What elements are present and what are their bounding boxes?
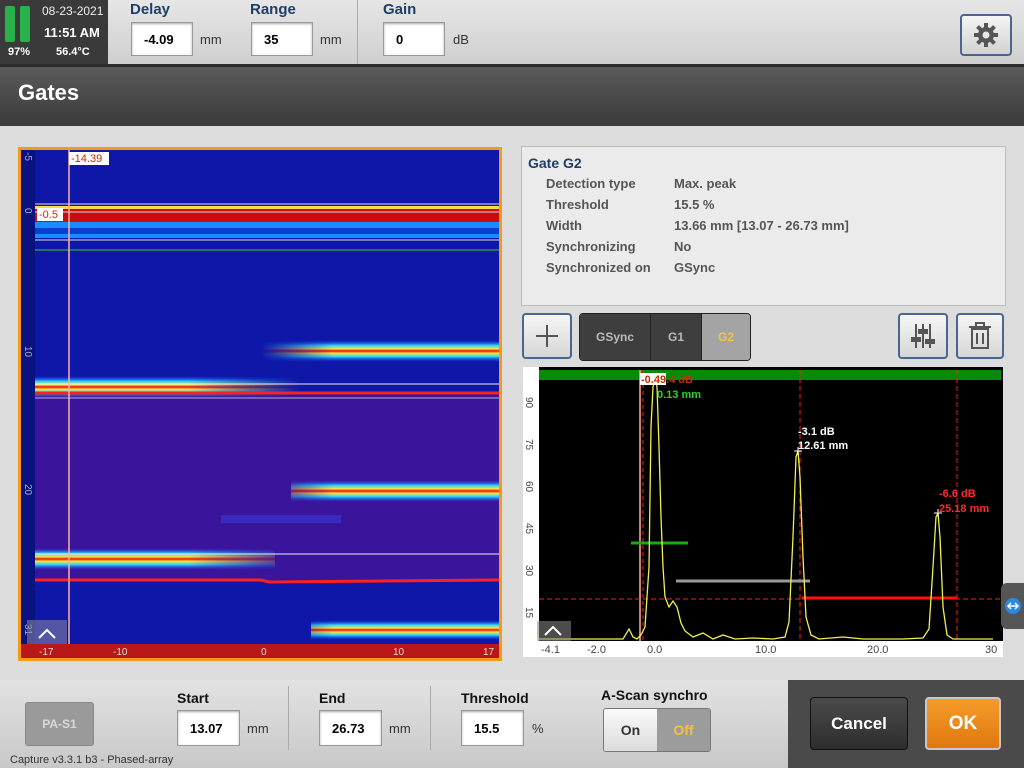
page-title: Gates: [18, 80, 80, 105]
ascan-peak-db: -3.1 dB: [798, 426, 835, 438]
battery-icon: [5, 6, 15, 42]
tab-g2[interactable]: G2: [702, 314, 750, 360]
info-label: Synchronized on: [546, 260, 651, 275]
range-label: Range: [250, 1, 296, 18]
threshold-label: Threshold: [461, 690, 529, 706]
cancel-button[interactable]: Cancel: [810, 697, 908, 750]
ascan-xtick: 10.0: [755, 644, 776, 656]
info-value: GSync: [674, 260, 716, 275]
bscan-xtick: -10: [113, 647, 128, 658]
sliders-icon: [911, 324, 935, 348]
ascan-xtick: -2.0: [587, 644, 606, 656]
info-value: No: [674, 239, 692, 254]
battery-icon: [20, 6, 30, 42]
end-unit: mm: [389, 721, 411, 736]
ascan-ytick: 60: [523, 481, 534, 493]
gear-icon: [974, 23, 998, 47]
bscan-ytick: 0: [22, 208, 33, 214]
expand-icon: [27, 620, 67, 644]
start-label: Start: [177, 690, 209, 706]
zoom-icon: [537, 621, 571, 641]
ascan-peak-mm: 25.18 mm: [939, 503, 989, 515]
ascan-peak-mm: 12.61 mm: [798, 440, 848, 452]
ascan-xtick: 0.0: [647, 644, 662, 656]
bscan-ytick: 10: [22, 346, 33, 358]
ascan-ytick: 15: [523, 607, 534, 619]
gain-unit: dB: [453, 32, 469, 47]
settings-button[interactable]: [960, 14, 1012, 56]
info-value: 15.5 %: [674, 197, 715, 212]
bscan-view[interactable]: -5 0 10 20 31 -17 -10 0 10 17 -14.39 -0.…: [18, 147, 502, 661]
bscan-xtick: 10: [393, 647, 405, 658]
ascan-peak-db: -6.6 dB: [939, 488, 976, 500]
gate-info-panel: Gate G2 Detection type Max. peak Thresho…: [521, 146, 1006, 306]
synchro-off[interactable]: Off: [657, 709, 710, 751]
side-panel-tab[interactable]: [1001, 583, 1024, 629]
gate-title: Gate G2: [528, 155, 582, 171]
status-panel: 08-23-2021 11:51 AM 97% 56.4°C: [0, 0, 108, 64]
ascan-view[interactable]: 90 75 60 45 30 15 -4.1 -2.0 0.0 10.0 20.…: [523, 367, 1003, 657]
ascan-cursor-label: -0.49.4 dB: [641, 374, 693, 386]
status-time: 11:51 AM: [44, 25, 100, 40]
bscan-ytick: 20: [22, 484, 33, 496]
ascan-ytick: 45: [523, 523, 534, 535]
ascan-ytick: 75: [523, 439, 534, 451]
bscan-xtick: 0: [261, 647, 267, 658]
start-input[interactable]: 13.07: [177, 710, 240, 746]
ascan-ytick: 90: [523, 397, 534, 409]
ok-button[interactable]: OK: [925, 697, 1001, 750]
bscan-depth-label: -0.5: [39, 209, 58, 221]
toolbar-divider: [357, 0, 358, 64]
info-label: Detection type: [546, 176, 636, 191]
bscan-ytick: -5: [22, 152, 33, 161]
ascan-xtick: 30: [985, 644, 997, 656]
divider: [288, 686, 289, 750]
threshold-unit: %: [532, 721, 544, 736]
delete-gate-button[interactable]: [956, 313, 1004, 359]
end-label: End: [319, 690, 346, 706]
status-date: 08-23-2021: [42, 4, 104, 18]
info-label: Width: [546, 218, 582, 233]
gain-label: Gain: [383, 1, 417, 18]
tab-gsync[interactable]: GSync: [580, 314, 651, 360]
probe-button[interactable]: PA-S1: [25, 702, 94, 746]
start-unit: mm: [247, 721, 269, 736]
ascan-chart: 90 75 60 45 30 15 -4.1 -2.0 0.0 10.0 20.…: [523, 367, 1003, 657]
info-label: Threshold: [546, 197, 609, 212]
gate-tab-group: GSync G1 G2: [579, 313, 751, 361]
ascan-xtick: -4.1: [541, 644, 560, 656]
trash-icon: [969, 322, 991, 349]
version-text: Capture v3.3.1 b3 - Phased-array: [10, 754, 174, 766]
info-value: Max. peak: [674, 176, 737, 191]
synchro-toggle[interactable]: On Off: [603, 708, 711, 752]
battery-percent: 97%: [8, 46, 31, 58]
add-gate-button[interactable]: [522, 313, 572, 359]
delay-label: Delay: [130, 1, 171, 18]
delay-input[interactable]: -4.09: [131, 22, 193, 56]
bscan-xtick: -17: [39, 647, 54, 658]
ascan-xtick: 20.0: [867, 644, 888, 656]
gain-input[interactable]: 0: [383, 22, 445, 56]
bscan-xtick: 17: [483, 647, 495, 658]
synchro-label: A-Scan synchro: [601, 687, 708, 703]
info-value: 13.66 mm [13.07 - 26.73 mm]: [674, 218, 849, 233]
info-label: Synchronizing: [546, 239, 636, 254]
ascan-ytick: 30: [523, 565, 534, 577]
arrows-icon: [1004, 598, 1021, 614]
threshold-input[interactable]: 15.5: [461, 710, 524, 746]
gate-settings-button[interactable]: [898, 313, 948, 359]
ascan-peak-mm: 0.13 mm: [657, 389, 701, 401]
delay-unit: mm: [200, 32, 222, 47]
tab-g1[interactable]: G1: [651, 314, 702, 360]
divider: [430, 686, 431, 750]
title-bar: [0, 64, 1024, 126]
bscan-cursor-label: -14.39: [71, 153, 102, 165]
range-input[interactable]: 35: [251, 22, 313, 56]
synchro-on[interactable]: On: [604, 709, 657, 751]
temperature: 56.4°C: [56, 46, 90, 58]
bscan-image: -5 0 10 20 31 -17 -10 0 10 17 -14.39 -0.…: [21, 150, 499, 658]
range-unit: mm: [320, 32, 342, 47]
end-input[interactable]: 26.73: [319, 710, 382, 746]
plus-icon: [536, 325, 558, 347]
